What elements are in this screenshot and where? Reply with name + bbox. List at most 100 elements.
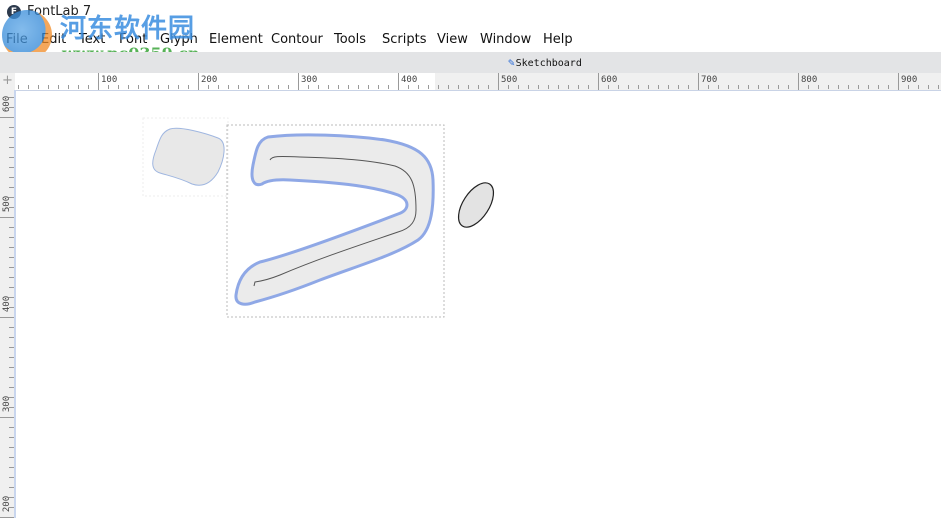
ruler-minor-tick xyxy=(858,85,859,89)
menu-text[interactable]: Text xyxy=(79,32,105,47)
ruler-minor-tick xyxy=(688,85,689,89)
ruler-minor-tick xyxy=(248,85,249,89)
ruler-minor-tick xyxy=(9,227,14,228)
blob-shape[interactable] xyxy=(152,127,225,186)
ruler-label: 700 xyxy=(701,75,718,85)
ruler-minor-tick xyxy=(548,85,549,89)
ruler-minor-tick xyxy=(648,85,649,89)
ruler-major-tick xyxy=(498,73,499,90)
ruler-minor-tick xyxy=(328,85,329,89)
ruler-minor-tick xyxy=(578,85,579,89)
ruler-minor-tick xyxy=(9,137,14,138)
ruler-minor-tick xyxy=(768,85,769,89)
ruler-minor-tick xyxy=(868,85,869,89)
ruler-minor-tick xyxy=(308,85,309,89)
ruler-minor-tick xyxy=(9,387,14,388)
menu-view[interactable]: View xyxy=(437,32,468,47)
ruler-minor-tick xyxy=(9,437,14,438)
ruler-label: 400 xyxy=(2,295,12,313)
ruler-minor-tick xyxy=(568,85,569,89)
ruler-minor-tick xyxy=(9,337,14,338)
ruler-minor-tick xyxy=(708,85,709,89)
ruler-minor-tick xyxy=(888,85,889,89)
ruler-major-tick xyxy=(198,73,199,90)
menu-tools[interactable]: Tools xyxy=(334,32,366,47)
ruler-minor-tick xyxy=(9,327,14,328)
ruler-minor-tick xyxy=(9,277,14,278)
menu-help[interactable]: Help xyxy=(543,32,573,47)
ellipse-shape[interactable] xyxy=(451,177,500,233)
stroke-glyph-shape[interactable] xyxy=(234,133,435,306)
ruler-label: 400 xyxy=(401,75,418,85)
ruler-minor-tick xyxy=(848,85,849,89)
ruler-minor-tick xyxy=(658,85,659,89)
menu-file[interactable]: File xyxy=(6,32,28,47)
ruler-minor-tick xyxy=(58,85,59,89)
ruler-minor-tick xyxy=(738,85,739,89)
ruler-minor-tick xyxy=(9,157,14,158)
ruler-minor-tick xyxy=(9,377,14,378)
ruler-minor-tick xyxy=(748,85,749,89)
horizontal-ruler[interactable] xyxy=(0,73,941,91)
ruler-minor-tick xyxy=(9,247,14,248)
menu-edit[interactable]: Edit xyxy=(41,32,66,47)
ruler-minor-tick xyxy=(278,85,279,89)
ruler-minor-tick xyxy=(9,147,14,148)
ruler-minor-tick xyxy=(9,467,14,468)
ruler-minor-tick xyxy=(348,85,349,89)
ruler-minor-tick xyxy=(9,447,14,448)
ruler-minor-tick xyxy=(48,85,49,89)
menu-contour[interactable]: Contour xyxy=(271,32,323,47)
ruler-minor-tick xyxy=(388,85,389,89)
ruler-label: 300 xyxy=(2,395,12,413)
ruler-minor-tick xyxy=(908,85,909,89)
ruler-minor-tick xyxy=(208,85,209,89)
ruler-minor-tick xyxy=(9,267,14,268)
ruler-minor-tick xyxy=(158,85,159,89)
ruler-label: 600 xyxy=(601,75,618,85)
ruler-minor-tick xyxy=(318,85,319,89)
ruler-minor-tick xyxy=(918,85,919,89)
ruler-minor-tick xyxy=(9,487,14,488)
sketchboard-canvas[interactable] xyxy=(16,91,941,518)
ruler-minor-tick xyxy=(458,85,459,89)
window-title: FontLab 7 xyxy=(27,4,92,19)
ruler-minor-tick xyxy=(338,85,339,89)
ruler-minor-tick xyxy=(138,85,139,89)
tab-sketchboard[interactable]: ✎Sketchboard xyxy=(508,56,582,69)
ruler-minor-tick xyxy=(808,85,809,89)
ruler-minor-tick xyxy=(178,85,179,89)
ruler-label: 200 xyxy=(201,75,218,85)
ruler-major-tick xyxy=(798,73,799,90)
menu-font[interactable]: Font xyxy=(119,32,147,47)
ruler-origin-plus-icon[interactable]: + xyxy=(2,74,13,87)
ruler-minor-tick xyxy=(9,367,14,368)
menu-element[interactable]: Element xyxy=(209,32,263,47)
ruler-minor-tick xyxy=(9,237,14,238)
menu-scripts[interactable]: Scripts xyxy=(382,32,426,47)
ruler-minor-tick xyxy=(668,85,669,89)
ruler-minor-tick xyxy=(538,85,539,89)
title-bar: F FontLab 7 xyxy=(0,0,941,28)
ruler-minor-tick xyxy=(378,85,379,89)
ruler-minor-tick xyxy=(468,85,469,89)
ruler-minor-tick xyxy=(518,85,519,89)
ruler-label: 500 xyxy=(501,75,518,85)
ruler-minor-tick xyxy=(128,85,129,89)
ruler-minor-tick xyxy=(9,127,14,128)
ruler-minor-tick xyxy=(678,85,679,89)
ruler-minor-tick xyxy=(218,85,219,89)
menu-glyph[interactable]: Glyph xyxy=(160,32,198,47)
fontlab-app-icon: F xyxy=(7,5,21,19)
ruler-minor-tick xyxy=(838,85,839,89)
ruler-minor-tick xyxy=(148,85,149,89)
ruler-major-tick xyxy=(698,73,699,90)
menu-window[interactable]: Window xyxy=(480,32,531,47)
ruler-minor-tick xyxy=(618,85,619,89)
ruler-minor-tick xyxy=(268,85,269,89)
ruler-minor-tick xyxy=(38,85,39,89)
ruler-minor-tick xyxy=(638,85,639,89)
ruler-minor-tick xyxy=(528,85,529,89)
ruler-major-tick xyxy=(398,73,399,90)
ruler-label: 300 xyxy=(301,75,318,85)
